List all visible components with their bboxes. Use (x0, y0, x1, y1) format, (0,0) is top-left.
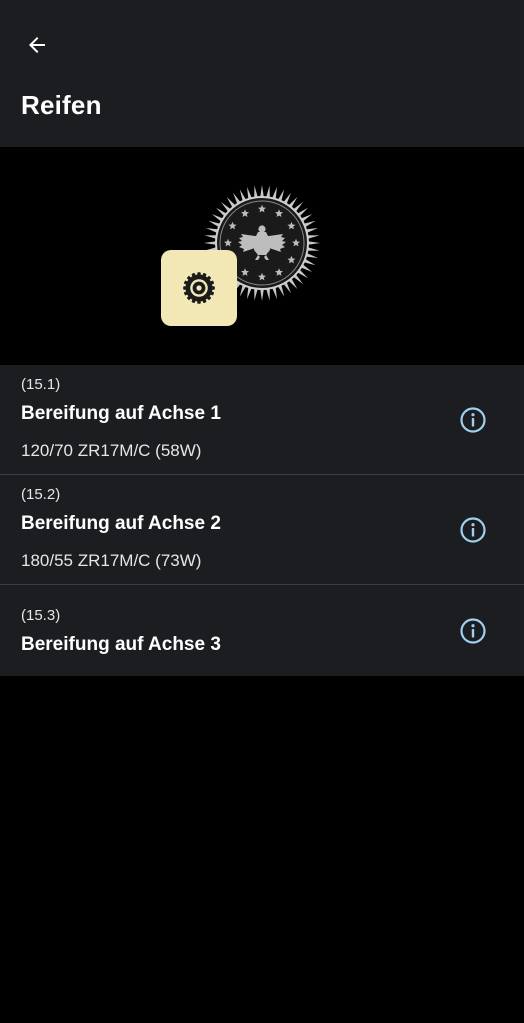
tire-category-tile (161, 250, 237, 326)
hero-banner (0, 147, 524, 365)
field-label: Bereifung auf Achse 2 (21, 513, 221, 534)
list-item-axle-2[interactable]: (15.2) Bereifung auf Achse 2 180/55 ZR17… (0, 475, 524, 585)
list-item-axle-3[interactable]: (15.3) Bereifung auf Achse 3 (0, 585, 524, 676)
info-button[interactable] (458, 616, 488, 646)
page-title: Reifen (21, 90, 102, 120)
field-label: Bereifung auf Achse 3 (21, 634, 221, 655)
arrow-back-icon (29, 37, 45, 53)
info-icon (460, 517, 486, 543)
list-item-axle-1[interactable]: (15.1) Bereifung auf Achse 1 120/70 ZR17… (0, 365, 524, 475)
field-value: 120/70 ZR17M/C (58W) (21, 441, 202, 460)
field-code: (15.1) (21, 376, 61, 393)
top-app-bar: Reifen (0, 0, 524, 147)
tire-icon (183, 272, 215, 304)
back-button[interactable] (14, 22, 60, 68)
info-icon (460, 618, 486, 644)
field-code: (15.2) (21, 486, 61, 503)
field-code: (15.3) (21, 607, 61, 624)
info-icon (460, 407, 486, 433)
info-button[interactable] (458, 405, 488, 435)
field-label: Bereifung auf Achse 1 (21, 403, 221, 424)
info-button[interactable] (458, 515, 488, 545)
tire-axle-list: (15.1) Bereifung auf Achse 1 120/70 ZR17… (0, 365, 524, 676)
field-value: 180/55 ZR17M/C (73W) (21, 551, 202, 570)
app-screen: Reifen (15.1) Bereifung auf Achse 1 120/… (0, 0, 524, 1023)
